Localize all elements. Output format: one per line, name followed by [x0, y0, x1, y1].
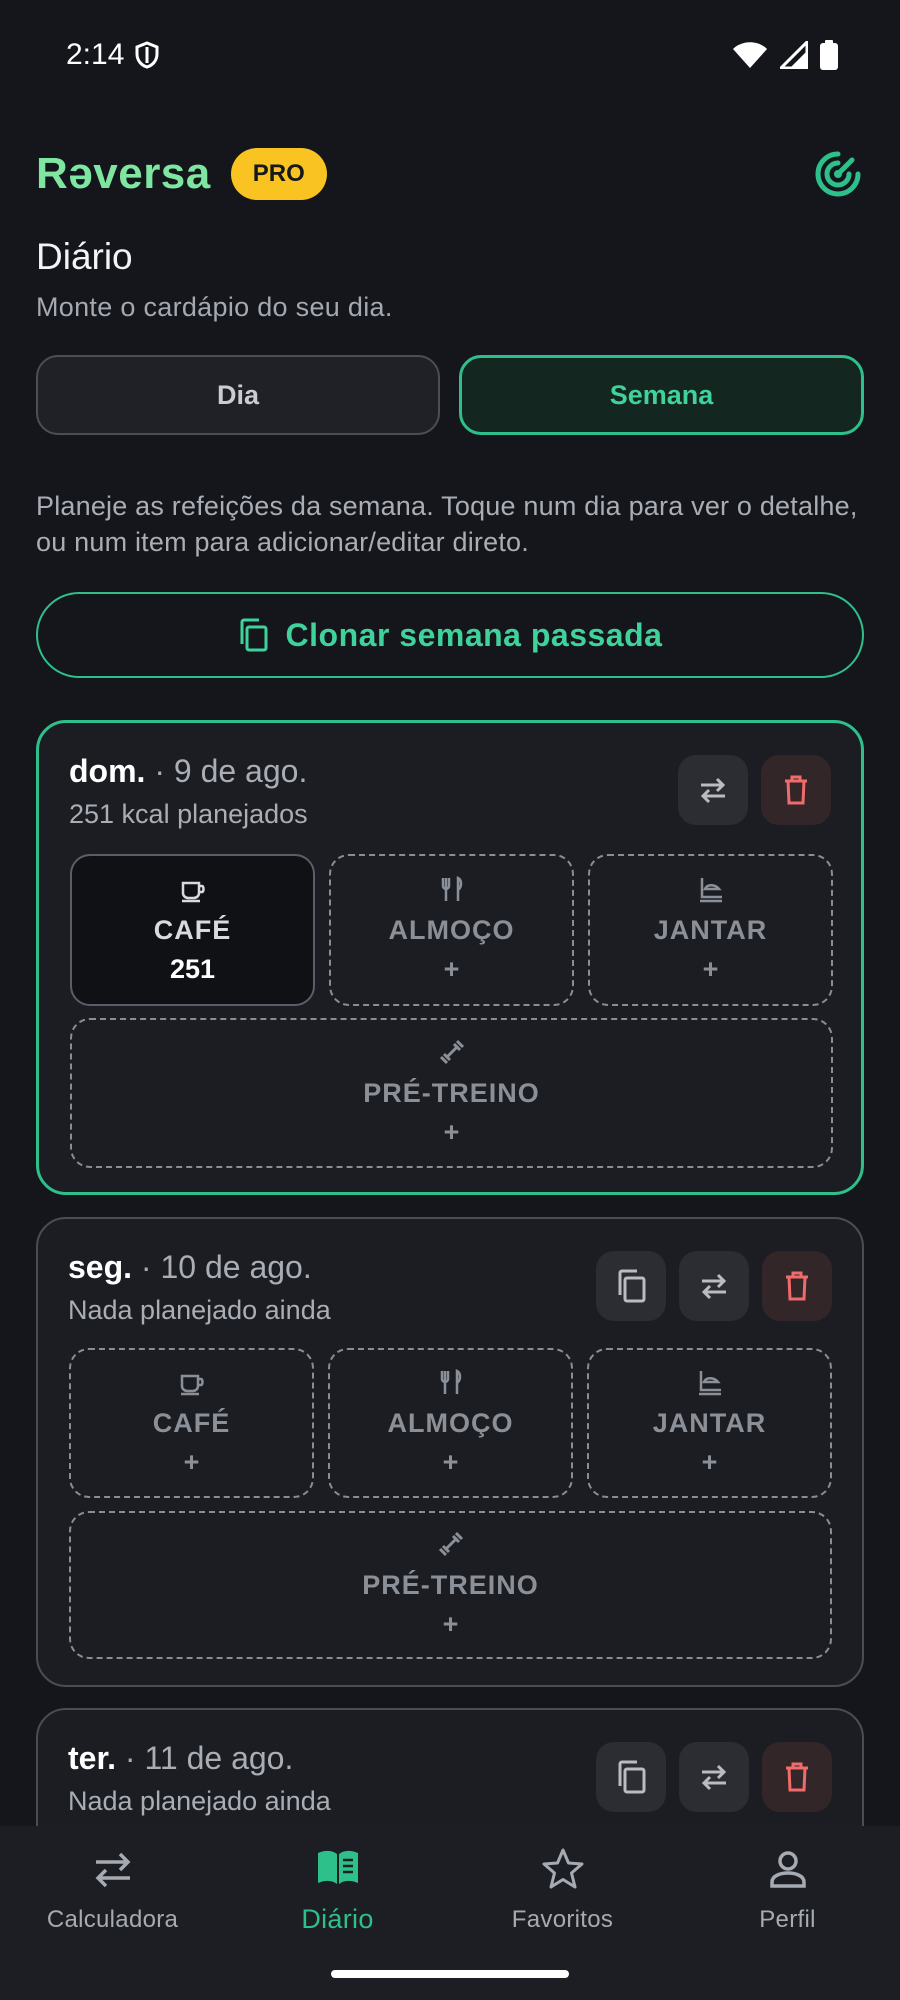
delete-day-button[interactable]: [761, 755, 831, 825]
meal-kcal: 251: [169, 954, 216, 984]
meal-add: +: [183, 1447, 200, 1477]
day-date: · 11 de ago.: [124, 1740, 294, 1776]
meal-name: JANTAR: [653, 915, 768, 945]
swap-day-button[interactable]: [679, 1742, 749, 1812]
battery-icon: [820, 40, 838, 70]
day-weekday: seg.: [68, 1249, 133, 1285]
tab-week[interactable]: Semana: [459, 355, 864, 435]
clone-last-week-button[interactable]: Clonar semana passada: [36, 592, 864, 678]
meal-name: PRÉ-TREINO: [362, 1570, 539, 1600]
day-weekday: ter.: [68, 1740, 117, 1776]
wifi-icon: [733, 42, 767, 68]
swap-icon: [701, 1273, 727, 1300]
home-indicator[interactable]: [331, 1970, 569, 1978]
fork-knife-icon: [440, 1368, 461, 1394]
meal-name: CAFÉ: [152, 1408, 231, 1438]
meal-name: JANTAR: [652, 1408, 767, 1438]
meal-slot-breakfast[interactable]: CAFÉ 251: [70, 854, 315, 1006]
clone-button-label: Clonar semana passada: [285, 616, 663, 653]
dinner-icon: [698, 1371, 721, 1396]
nav-label: Favoritos: [511, 1906, 614, 1933]
day-summary: Nada planejado ainda: [68, 1786, 331, 1816]
nav-label: Perfil: [759, 1906, 816, 1933]
nav-favorites[interactable]: Favoritos: [450, 1846, 675, 1934]
day-date: · 9 de ago.: [154, 753, 308, 789]
meal-slot-lunch[interactable]: ALMOÇO +: [328, 1348, 573, 1498]
delete-day-button[interactable]: [762, 1742, 832, 1812]
meal-add: +: [702, 954, 719, 984]
swap-icon: [701, 1764, 727, 1791]
star-icon: [542, 1848, 583, 1889]
swap-arrows-icon: [95, 1852, 130, 1888]
meal-add: +: [443, 954, 460, 984]
fork-knife-icon: [441, 875, 462, 901]
trash-icon: [786, 1762, 808, 1792]
meal-name: PRÉ-TREINO: [363, 1078, 540, 1108]
meal-add: +: [701, 1447, 718, 1477]
meal-add: +: [443, 1117, 460, 1147]
day-card-sunday[interactable]: dom. · 9 de ago. 251 kcal planejados CAF…: [36, 720, 864, 1195]
page-subtitle: Monte o cardápio do seu dia.: [36, 292, 393, 322]
copy-icon: [240, 618, 268, 652]
open-book-icon: [317, 1850, 358, 1884]
copy-day-button[interactable]: [596, 1251, 666, 1321]
person-icon: [769, 1851, 806, 1888]
copy-icon: [618, 1269, 646, 1303]
nav-label: Calculadora: [46, 1906, 179, 1933]
meal-slot-lunch[interactable]: ALMOÇO +: [329, 854, 574, 1006]
dinner-icon: [699, 878, 722, 903]
app-header: Rəversa PRO: [36, 142, 864, 206]
meal-slot-pre-workout[interactable]: PRÉ-TREINO +: [69, 1511, 832, 1659]
status-time: 2:14: [66, 38, 125, 71]
nav-diary[interactable]: Diário: [225, 1844, 450, 1935]
dumbbell-icon: [438, 1531, 463, 1557]
pro-badge[interactable]: PRO: [230, 148, 327, 200]
day-card-monday[interactable]: seg. · 10 de ago. Nada planejado ainda C…: [36, 1217, 864, 1687]
day-title: ter. · 11 de ago.: [68, 1740, 293, 1777]
signal-icon: [780, 41, 808, 69]
meal-add: +: [442, 1609, 459, 1639]
meal-slot-dinner[interactable]: JANTAR +: [588, 854, 833, 1006]
copy-day-button[interactable]: [596, 1742, 666, 1812]
day-title: dom. · 9 de ago.: [69, 753, 307, 790]
status-bar: 2:14: [0, 0, 900, 110]
day-date: · 10 de ago.: [140, 1249, 312, 1285]
tab-day[interactable]: Dia: [36, 355, 440, 435]
trash-icon: [786, 1271, 808, 1301]
swap-icon: [700, 777, 726, 804]
copy-icon: [618, 1760, 646, 1794]
trash-icon: [785, 775, 807, 805]
nav-profile[interactable]: Perfil: [675, 1846, 900, 1934]
delete-day-button[interactable]: [762, 1251, 832, 1321]
meal-slot-pre-workout[interactable]: PRÉ-TREINO +: [70, 1018, 833, 1168]
meal-slot-breakfast[interactable]: CAFÉ +: [69, 1348, 314, 1498]
nav-calculator[interactable]: Calculadora: [0, 1846, 225, 1934]
meal-slot-dinner[interactable]: JANTAR +: [587, 1348, 832, 1498]
swap-day-button[interactable]: [679, 1251, 749, 1321]
coffee-cup-icon: [181, 881, 205, 903]
day-summary: 251 kcal planejados: [69, 799, 308, 829]
page-title: Diário: [36, 236, 133, 277]
brand-logo: Rəversa: [36, 149, 211, 198]
coffee-cup-icon: [180, 1374, 204, 1396]
week-intro-text: Planeje as refeições da semana. Toque nu…: [36, 491, 858, 557]
meal-name: ALMOÇO: [388, 915, 515, 945]
nav-label: Diário: [301, 1904, 374, 1934]
meal-name: ALMOÇO: [387, 1408, 514, 1438]
day-summary: Nada planejado ainda: [68, 1295, 331, 1325]
meal-name: CAFÉ: [153, 915, 232, 945]
shield-icon: [135, 41, 159, 69]
day-weekday: dom.: [69, 753, 146, 789]
swap-day-button[interactable]: [678, 755, 748, 825]
dumbbell-icon: [439, 1039, 464, 1065]
target-icon[interactable]: [812, 148, 864, 200]
day-title: seg. · 10 de ago.: [68, 1249, 312, 1286]
meal-add: +: [442, 1447, 459, 1477]
